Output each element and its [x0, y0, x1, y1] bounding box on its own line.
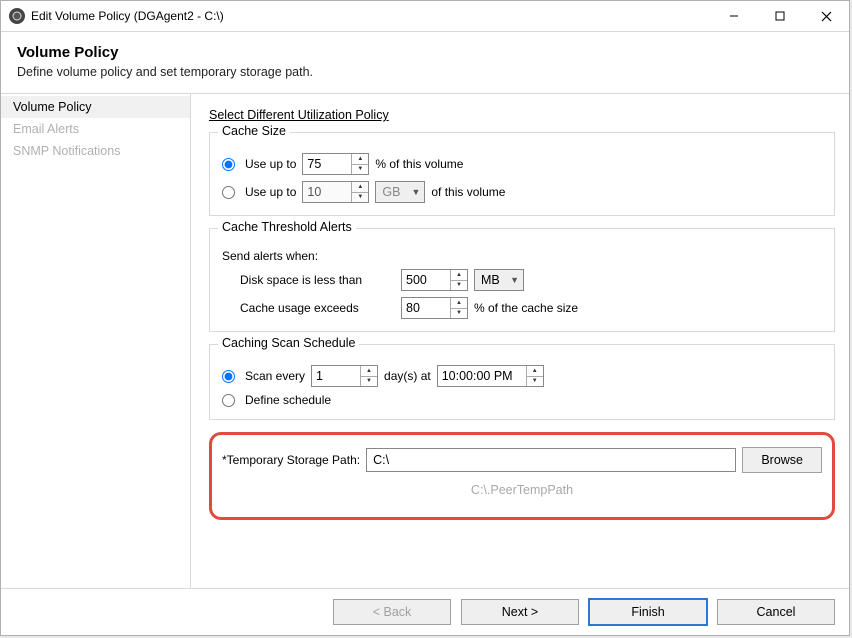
spinner-buttons[interactable]: ▲▼	[526, 366, 543, 386]
next-button[interactable]: Next >	[461, 599, 579, 625]
sidebar-item-label: Volume Policy	[13, 100, 92, 114]
temp-storage-input[interactable]	[366, 448, 736, 472]
chevron-down-icon[interactable]: ▼	[527, 377, 543, 387]
select-policy-link[interactable]: Select Different Utilization Policy	[209, 108, 389, 122]
cache-size-percent-input[interactable]	[303, 154, 351, 174]
maximize-button[interactable]	[757, 1, 803, 31]
chevron-up-icon[interactable]: ▲	[352, 154, 368, 165]
cache-size-unit-combo: GB ▼	[375, 181, 425, 203]
chevron-up-icon: ▲	[352, 182, 368, 193]
chevron-down-icon[interactable]: ▼	[352, 165, 368, 175]
cache-size-absolute-radio[interactable]	[222, 186, 235, 199]
close-button[interactable]	[803, 1, 849, 31]
body: Volume Policy Email Alerts SNMP Notifica…	[1, 94, 849, 588]
spinner-buttons[interactable]: ▲▼	[450, 298, 467, 318]
chevron-down-icon: ▼	[411, 187, 420, 197]
sidebar: Volume Policy Email Alerts SNMP Notifica…	[1, 94, 191, 588]
cache-size-group: Cache Size Use up to ▲▼ % of this volume…	[209, 132, 835, 216]
chevron-up-icon[interactable]: ▲	[451, 298, 467, 309]
cache-size-percent-suffix: % of this volume	[375, 157, 463, 171]
temp-storage-resolved: C:\.PeerTempPath	[222, 483, 822, 497]
cache-usage-suffix: % of the cache size	[474, 301, 578, 315]
scan-days-mid: day(s) at	[384, 369, 431, 383]
window-controls	[711, 1, 849, 31]
sidebar-item-label: SNMP Notifications	[13, 144, 120, 158]
chevron-up-icon[interactable]: ▲	[451, 270, 467, 281]
cache-size-absolute-input	[303, 182, 351, 202]
page-title: Volume Policy	[17, 44, 833, 61]
cache-usage-label: Cache usage exceeds	[240, 301, 395, 315]
temp-storage-label: *Temporary Storage Path:	[222, 453, 360, 467]
window-title: Edit Volume Policy (DGAgent2 - C:\)	[31, 9, 711, 23]
spinner-buttons: ▲▼	[351, 182, 368, 202]
chevron-up-icon[interactable]: ▲	[527, 366, 543, 377]
spinner-buttons[interactable]: ▲▼	[360, 366, 377, 386]
back-button: < Back	[333, 599, 451, 625]
app-icon	[9, 8, 25, 24]
combo-value: MB	[481, 273, 500, 287]
disk-space-label: Disk space is less than	[240, 273, 395, 287]
scan-schedule-group: Caching Scan Schedule Scan every ▲▼ day(…	[209, 344, 835, 420]
minimize-button[interactable]	[711, 1, 757, 31]
chevron-down-icon: ▼	[352, 193, 368, 203]
scan-every-radio[interactable]	[222, 370, 235, 383]
scan-time-input[interactable]	[438, 366, 526, 386]
chevron-down-icon[interactable]: ▼	[451, 309, 467, 319]
browse-button[interactable]: Browse	[742, 447, 822, 473]
cache-size-percent-spinner[interactable]: ▲▼	[302, 153, 369, 175]
cache-size-percent-radio[interactable]	[222, 158, 235, 171]
window: Edit Volume Policy (DGAgent2 - C:\) Volu…	[0, 0, 850, 636]
group-title: Caching Scan Schedule	[218, 336, 359, 350]
scan-days-input[interactable]	[312, 366, 360, 386]
cancel-button[interactable]: Cancel	[717, 599, 835, 625]
content-panel: Select Different Utilization Policy Cach…	[191, 94, 849, 588]
cache-usage-input[interactable]	[402, 298, 450, 318]
finish-button[interactable]: Finish	[589, 599, 707, 625]
chevron-up-icon[interactable]: ▲	[361, 366, 377, 377]
cache-size-absolute-suffix: of this volume	[431, 185, 505, 199]
cache-threshold-group: Cache Threshold Alerts Send alerts when:…	[209, 228, 835, 332]
chevron-down-icon: ▼	[510, 275, 519, 285]
spinner-buttons[interactable]: ▲▼	[351, 154, 368, 174]
chevron-down-icon[interactable]: ▼	[361, 377, 377, 387]
cache-usage-spinner[interactable]: ▲▼	[401, 297, 468, 319]
group-title: Cache Threshold Alerts	[218, 220, 356, 234]
disk-space-spinner[interactable]: ▲▼	[401, 269, 468, 291]
chevron-down-icon[interactable]: ▼	[451, 281, 467, 291]
define-schedule-label: Define schedule	[245, 393, 331, 407]
threshold-subheader: Send alerts when:	[222, 249, 822, 263]
temp-storage-highlight: *Temporary Storage Path: Browse C:\.Peer…	[209, 432, 835, 520]
group-title: Cache Size	[218, 124, 290, 138]
titlebar: Edit Volume Policy (DGAgent2 - C:\)	[1, 1, 849, 32]
combo-value: GB	[382, 185, 400, 199]
scan-time-spinner[interactable]: ▲▼	[437, 365, 544, 387]
cache-size-absolute-label: Use up to	[245, 185, 296, 199]
disk-space-input[interactable]	[402, 270, 450, 290]
cache-size-absolute-spinner: ▲▼	[302, 181, 369, 203]
sidebar-item-label: Email Alerts	[13, 122, 79, 136]
define-schedule-radio[interactable]	[222, 394, 235, 407]
scan-every-label: Scan every	[245, 369, 305, 383]
footer: < Back Next > Finish Cancel	[1, 588, 849, 635]
sidebar-item-email-alerts[interactable]: Email Alerts	[1, 118, 190, 140]
spinner-buttons[interactable]: ▲▼	[450, 270, 467, 290]
disk-space-unit-combo[interactable]: MB ▼	[474, 269, 524, 291]
page-header: Volume Policy Define volume policy and s…	[1, 32, 849, 94]
page-subtitle: Define volume policy and set temporary s…	[17, 65, 833, 79]
cache-size-percent-label: Use up to	[245, 157, 296, 171]
scan-days-spinner[interactable]: ▲▼	[311, 365, 378, 387]
sidebar-item-snmp-notifications[interactable]: SNMP Notifications	[1, 140, 190, 162]
sidebar-item-volume-policy[interactable]: Volume Policy	[1, 96, 190, 118]
